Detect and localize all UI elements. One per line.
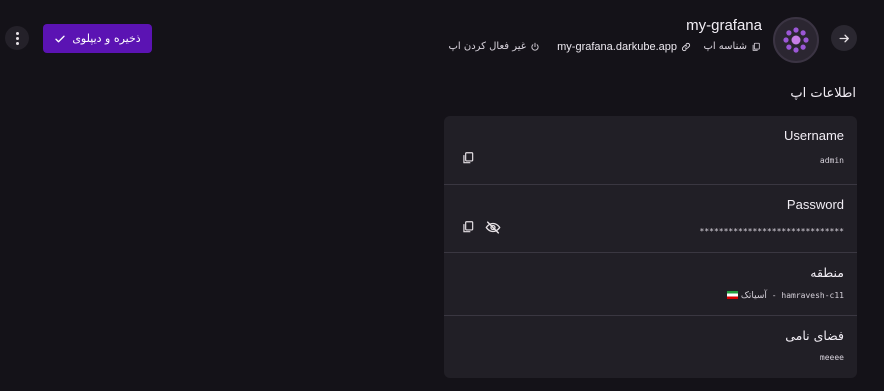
more-options-button[interactable] xyxy=(5,26,29,50)
app-info-card: Username admin Password ****************… xyxy=(444,116,857,378)
namespace-label: فضای نامی xyxy=(785,328,844,343)
region-provider: آسیاتک xyxy=(740,291,767,301)
copy-username-button[interactable] xyxy=(460,150,476,166)
disable-app-button[interactable]: غیر فعال کردن اپ xyxy=(449,41,541,52)
iran-flag-icon xyxy=(726,291,738,299)
info-row-namespace: فضای نامی meeee xyxy=(444,316,857,378)
info-row-username: Username admin xyxy=(444,116,857,185)
password-value: ****************************** xyxy=(699,227,845,236)
app-name: my-grafana xyxy=(686,17,762,34)
disable-app-label: غیر فعال کردن اپ xyxy=(448,41,527,52)
link-icon xyxy=(681,42,691,52)
region-cluster: hamravesh-c11 xyxy=(781,291,844,300)
info-row-region: منطقه آسیاتک - hamravesh-c11 xyxy=(444,253,857,316)
namespace-value: meeee xyxy=(819,353,844,362)
back-button[interactable] xyxy=(831,25,857,51)
copy-password-button[interactable] xyxy=(460,219,476,235)
copy-icon xyxy=(463,152,474,164)
username-value: admin xyxy=(819,156,844,165)
power-icon xyxy=(531,42,539,51)
region-label: منطقه xyxy=(810,265,844,280)
more-vert-icon xyxy=(15,31,19,35)
save-and-deploy-button[interactable]: ذخیره و دیپلوی xyxy=(43,24,152,53)
region-value: آسیاتک - hamravesh-c11 xyxy=(726,291,844,301)
arrow-right-icon xyxy=(839,34,849,42)
check-icon xyxy=(55,35,65,42)
copy-app-id-button[interactable]: شناسه اپ xyxy=(703,41,761,52)
copy-icon xyxy=(463,221,474,233)
save-button-label: ذخیره و دیپلوی xyxy=(72,32,141,45)
visibility-off-icon xyxy=(485,220,501,234)
password-label: Password xyxy=(786,197,844,212)
app-domain-link[interactable]: my-grafana.darkube.app xyxy=(557,41,691,53)
section-title: اطلاعات اپ xyxy=(790,86,856,101)
grafana-logo-icon xyxy=(783,27,809,53)
region-separator: - xyxy=(766,291,782,300)
copy-icon xyxy=(752,42,760,51)
toggle-password-visibility-button[interactable] xyxy=(485,219,501,235)
info-row-password: Password ****************************** xyxy=(444,185,857,253)
app-id-label: شناسه اپ xyxy=(703,41,747,52)
app-avatar xyxy=(773,17,819,63)
username-label: Username xyxy=(784,128,844,143)
app-domain: my-grafana.darkube.app xyxy=(557,41,677,53)
